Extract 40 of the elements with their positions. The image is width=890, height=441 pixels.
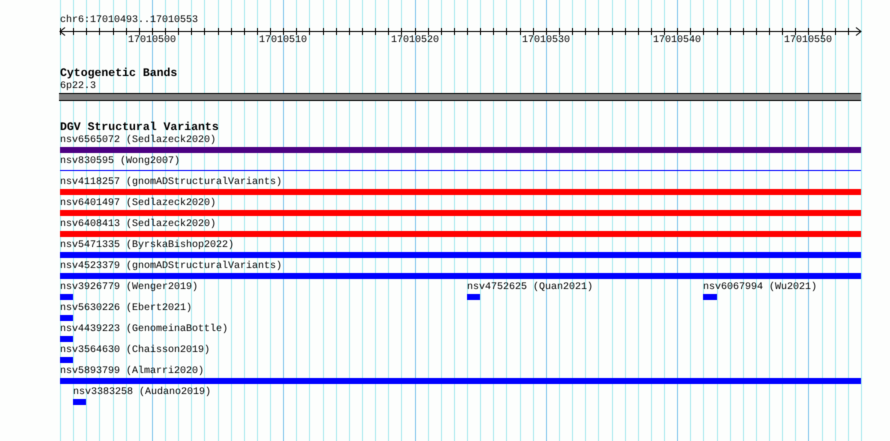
variant-bar[interactable] bbox=[60, 378, 861, 384]
variant-bar[interactable] bbox=[60, 147, 861, 153]
tick-label: 17010520 bbox=[391, 35, 440, 46]
track-title: DGV Structural Variants bbox=[60, 122, 219, 134]
variant-bar[interactable] bbox=[60, 252, 861, 258]
variant-label: nsv830595 (Wong2007) bbox=[60, 156, 180, 167]
variant-label: nsv5630226 (Ebert2021) bbox=[60, 303, 192, 314]
variant-label: nsv5471335 (ByrskaBishop2022) bbox=[60, 240, 234, 251]
variant-block[interactable] bbox=[703, 294, 717, 300]
variant-label: nsv6408413 (Sedlazeck2020) bbox=[60, 219, 216, 230]
variant-block[interactable] bbox=[60, 357, 73, 363]
variant-label: nsv3383258 (Audano2019) bbox=[73, 387, 212, 398]
variant-block[interactable] bbox=[467, 294, 480, 300]
tick-label: 17010530 bbox=[522, 35, 570, 46]
variant-line[interactable] bbox=[60, 170, 861, 171]
tick-label: 17010510 bbox=[259, 35, 308, 46]
region-label: chr6:17010493..17010553 bbox=[60, 15, 198, 26]
variant-label: nsv6565072 (Sedlazeck2020) bbox=[60, 135, 216, 146]
variant-block[interactable] bbox=[60, 294, 73, 300]
variant-label: nsv3564630 (Chaisson2019) bbox=[60, 345, 210, 356]
variant-label: nsv4523379 (gnomADStructuralVariants) bbox=[60, 261, 282, 272]
variant-label: nsv4118257 (gnomADStructuralVariants) bbox=[60, 177, 282, 188]
variant-label: nsv5893799 (Almarri2020) bbox=[60, 366, 204, 377]
variant-bar[interactable] bbox=[60, 273, 861, 279]
variant-label: nsv4439223 (GenomeinaBottle) bbox=[60, 324, 228, 335]
tick-label: 17010550 bbox=[784, 35, 832, 46]
variant-block[interactable] bbox=[73, 399, 86, 405]
variant-label: nsv6401497 (Sedlazeck2020) bbox=[60, 198, 216, 209]
variant-block[interactable] bbox=[60, 336, 73, 342]
variant-block[interactable] bbox=[60, 315, 73, 321]
band-label: 6p22.3 bbox=[60, 81, 96, 92]
track-title: Cytogenetic Bands bbox=[60, 68, 178, 80]
variant-bar[interactable] bbox=[60, 231, 861, 237]
variant-bar[interactable] bbox=[60, 189, 861, 195]
variant-label: nsv3926779 (Wenger2019) bbox=[60, 282, 198, 293]
tick-label: 17010540 bbox=[653, 35, 702, 46]
variant-label: nsv6067994 (Wu2021) bbox=[703, 282, 818, 293]
variant-bar[interactable] bbox=[60, 210, 861, 216]
variant-label: nsv4752625 (Quan2021) bbox=[467, 282, 594, 293]
tick-label: 17010500 bbox=[128, 35, 176, 46]
